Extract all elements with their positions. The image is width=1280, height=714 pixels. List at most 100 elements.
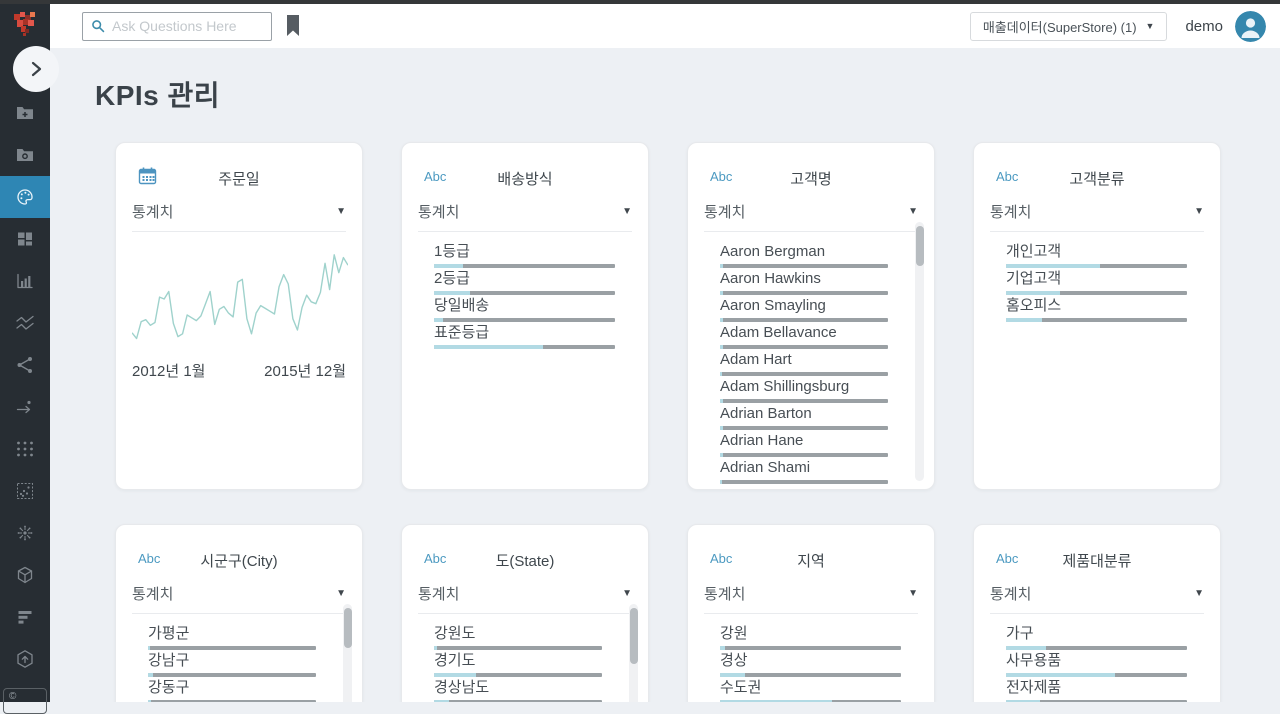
list-item-label: 가평군 bbox=[148, 626, 316, 642]
sidebar: © bbox=[0, 0, 50, 702]
list-item-label: 2등급 bbox=[434, 271, 615, 287]
copyright-icon: © bbox=[9, 691, 16, 702]
divider bbox=[990, 613, 1204, 614]
sidebar-nav bbox=[0, 92, 50, 680]
card-header: 주문일 bbox=[116, 168, 362, 188]
list-item[interactable]: Adam Shillingsburg bbox=[688, 379, 934, 406]
list-item[interactable]: 1등급 bbox=[402, 244, 648, 271]
sidebar-item-network-burst[interactable] bbox=[0, 512, 50, 554]
list-item[interactable]: 가구 bbox=[974, 626, 1220, 653]
list-item[interactable]: 강동구 bbox=[116, 680, 362, 702]
top-header: 매출데이터(SuperStore) (1) ▼ demo bbox=[50, 4, 1280, 48]
stat-dropdown-label: 통계치 bbox=[132, 201, 173, 222]
scrollbar-thumb[interactable] bbox=[630, 608, 638, 664]
kpi-card-product-category: Abc 제품대분류 통계치 ▼ 가구 사무용품 bbox=[973, 524, 1221, 702]
distribution-bar bbox=[720, 673, 901, 677]
list-item[interactable]: 표준등급 bbox=[402, 325, 648, 352]
sidebar-item-folder-settings[interactable] bbox=[0, 134, 50, 176]
card-header: Abc 배송방식 bbox=[402, 168, 648, 188]
list-item[interactable]: 강남구 bbox=[116, 653, 362, 680]
list-item-label: 경상 bbox=[720, 653, 901, 669]
list-item[interactable]: 2등급 bbox=[402, 271, 648, 298]
list-item[interactable]: 경기도 bbox=[402, 653, 648, 680]
stat-dropdown[interactable]: 통계치 ▼ bbox=[990, 201, 1204, 222]
sidebar-expand-button[interactable] bbox=[13, 46, 59, 92]
chevron-down-icon: ▼ bbox=[1194, 588, 1204, 599]
list-item[interactable]: 사무용품 bbox=[974, 653, 1220, 680]
distribution-bar bbox=[1006, 673, 1187, 677]
kpi-card-customer-name: Abc 고객명 통계치 ▼ Aaron Bergman Aaron Hawkin… bbox=[687, 142, 935, 490]
divider bbox=[704, 231, 918, 232]
scrollbar-thumb[interactable] bbox=[916, 226, 924, 266]
list-item[interactable]: 경상남도 bbox=[402, 680, 648, 702]
sidebar-item-kpi-palette[interactable] bbox=[0, 176, 50, 218]
list-scrollbar[interactable] bbox=[343, 604, 352, 702]
dataset-selector[interactable]: 매출데이터(SuperStore) (1) ▼ bbox=[970, 12, 1168, 41]
sidebar-item-funnel[interactable] bbox=[0, 596, 50, 638]
stat-dropdown[interactable]: 통계치 ▼ bbox=[418, 583, 632, 604]
search-box[interactable] bbox=[82, 12, 272, 41]
list-scrollbar[interactable] bbox=[629, 604, 638, 702]
stat-dropdown-label: 통계치 bbox=[418, 583, 459, 604]
scrollbar-thumb[interactable] bbox=[344, 608, 352, 648]
abc-field-icon: Abc bbox=[996, 551, 1018, 566]
bookmark-icon[interactable] bbox=[284, 14, 302, 38]
sidebar-item-hexagon-arrow[interactable] bbox=[0, 638, 50, 680]
stat-dropdown[interactable]: 통계치 ▼ bbox=[418, 201, 632, 222]
list-item[interactable]: 수도권 bbox=[688, 680, 934, 702]
app-logo[interactable] bbox=[8, 8, 42, 42]
sidebar-item-share[interactable] bbox=[0, 344, 50, 386]
list-item-label: Adam Bellavance bbox=[720, 325, 888, 341]
distribution-bar bbox=[720, 453, 888, 457]
sidebar-item-cube[interactable] bbox=[0, 554, 50, 596]
list-item[interactable]: 개인고객 bbox=[974, 244, 1220, 271]
kpi-palette-icon bbox=[15, 187, 35, 207]
stat-dropdown[interactable]: 통계치 ▼ bbox=[990, 583, 1204, 604]
list-item[interactable]: Aaron Hawkins bbox=[688, 271, 934, 298]
sidebar-item-scatter-plot[interactable] bbox=[0, 470, 50, 512]
list-item-label: 강동구 bbox=[148, 680, 316, 696]
list-item[interactable]: Adrian Hane bbox=[688, 433, 934, 460]
sidebar-item-data-flow[interactable] bbox=[0, 386, 50, 428]
sidebar-item-trend-lines[interactable] bbox=[0, 302, 50, 344]
stat-dropdown[interactable]: 통계치 ▼ bbox=[132, 201, 346, 222]
stat-dropdown-label: 통계치 bbox=[704, 201, 745, 222]
list-item[interactable]: 홈오피스 bbox=[974, 298, 1220, 325]
list-item[interactable]: Adrian Shami bbox=[688, 460, 934, 487]
list-item-label: Aaron Hawkins bbox=[720, 271, 888, 287]
list-item[interactable]: 전자제품 bbox=[974, 680, 1220, 702]
kpi-card-state: Abc 도(State) 통계치 ▼ 강원도 경기도 bbox=[401, 524, 649, 702]
list-item[interactable]: Adrian Barton bbox=[688, 406, 934, 433]
sidebar-item-add-folder[interactable] bbox=[0, 92, 50, 134]
list-item[interactable]: Aaron Bergman bbox=[688, 244, 934, 271]
kpi-card-ship-mode: Abc 배송방식 통계치 ▼ 1등급 2등급 bbox=[401, 142, 649, 490]
user-avatar[interactable] bbox=[1235, 11, 1266, 42]
stat-dropdown[interactable]: 통계치 ▼ bbox=[704, 583, 918, 604]
sidebar-item-bar-chart[interactable] bbox=[0, 260, 50, 302]
card-header: Abc 고객분류 bbox=[974, 168, 1220, 188]
stat-dropdown[interactable]: 통계치 ▼ bbox=[704, 201, 918, 222]
search-input[interactable] bbox=[112, 18, 263, 34]
list-item[interactable]: Adam Hart bbox=[688, 352, 934, 379]
sidebar-item-cluster-dots[interactable] bbox=[0, 428, 50, 470]
stat-dropdown[interactable]: 통계치 ▼ bbox=[132, 583, 346, 604]
bottom-partial-button[interactable]: © bbox=[3, 688, 47, 714]
kpi-card-grid: 주문일 통계치 ▼ 2012년 1월 2015년 12월 Abc 배송방식 통계… bbox=[115, 142, 1221, 702]
list-item-label: 사무용품 bbox=[1006, 653, 1187, 669]
list-item[interactable]: Adam Bellavance bbox=[688, 325, 934, 352]
list-item-label: Adam Shillingsburg bbox=[720, 379, 888, 395]
list-item[interactable]: Aaron Smayling bbox=[688, 298, 934, 325]
list-item[interactable]: 당일배송 bbox=[402, 298, 648, 325]
distribution-bar bbox=[148, 673, 316, 677]
value-list: 1등급 2등급 당일배송 bbox=[402, 244, 648, 352]
list-item[interactable]: 기업고객 bbox=[974, 271, 1220, 298]
list-item[interactable]: 가평군 bbox=[116, 626, 362, 653]
sidebar-item-dashboard-grid[interactable] bbox=[0, 218, 50, 260]
list-item[interactable]: 경상 bbox=[688, 653, 934, 680]
date-sparkline-chart[interactable] bbox=[132, 244, 346, 352]
list-scrollbar[interactable] bbox=[915, 222, 924, 481]
list-item[interactable]: 강원도 bbox=[402, 626, 648, 653]
list-item-label: 가구 bbox=[1006, 626, 1187, 642]
stat-dropdown-label: 통계치 bbox=[990, 201, 1031, 222]
list-item[interactable]: 강원 bbox=[688, 626, 934, 653]
